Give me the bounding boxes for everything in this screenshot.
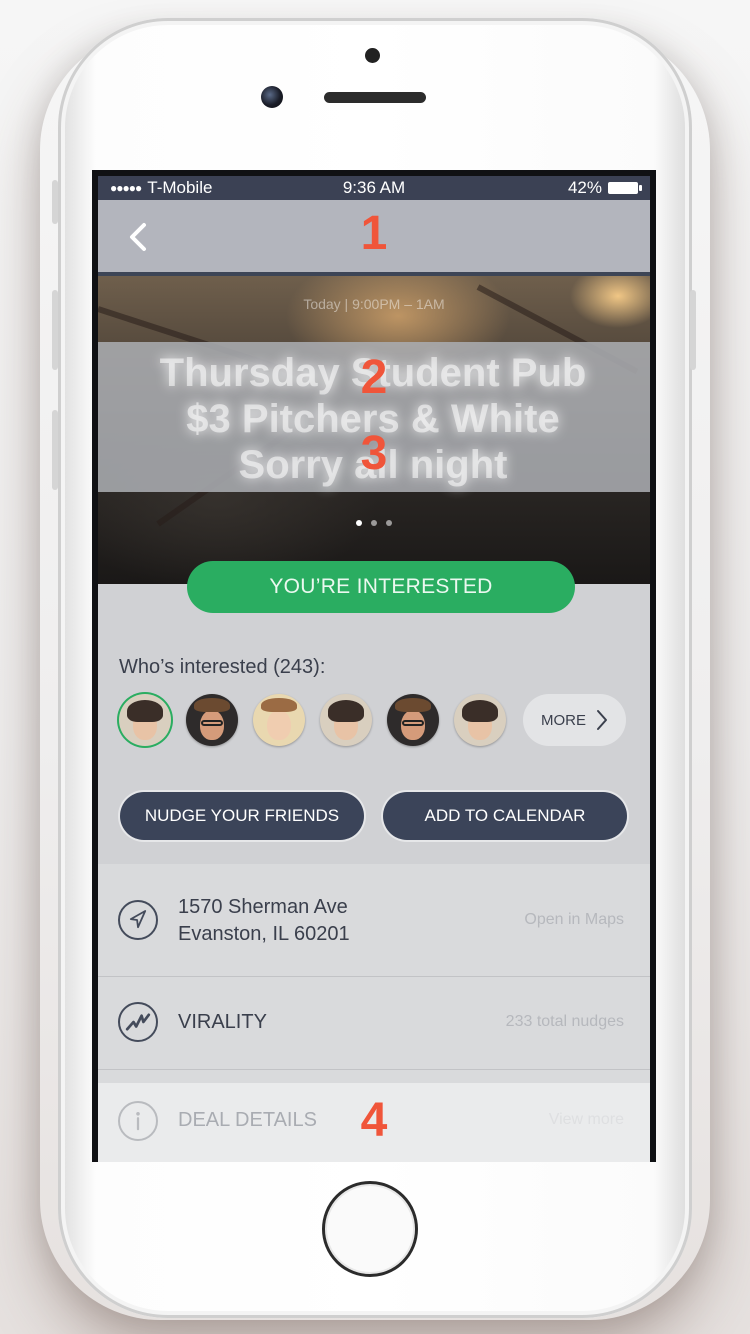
nudge-friends-button[interactable]: NUDGE YOUR FRIENDS [120, 792, 364, 840]
avatar-hair [261, 698, 297, 712]
avatar-hair [395, 698, 431, 712]
avatar-hair [462, 700, 498, 722]
page-dot[interactable] [356, 520, 362, 526]
interest-section: YOU’RE INTERESTED Who’s interested (243)… [98, 561, 650, 864]
front-camera [261, 86, 283, 108]
status-bar: ●●●●● T-Mobile 9:36 AM 42% [98, 176, 650, 200]
event-hero-image[interactable]: Today | 9:00PM – 1AM Thursday Student Pu… [98, 276, 650, 584]
page-dot[interactable] [386, 520, 392, 526]
event-date: Today | 9:00PM – 1AM [303, 296, 445, 312]
phone-screen: ●●●●● T-Mobile 9:36 AM 42% 1 Today | 9:0… [92, 170, 656, 1162]
avatar-hair [328, 700, 364, 722]
zigzag-icon [118, 1002, 158, 1042]
add-to-calendar-button[interactable]: ADD TO CALENDAR [383, 792, 627, 840]
annotation-1: 1 [360, 207, 388, 260]
detail-list: 1570 Sherman Ave Evanston, IL 60201 Open… [98, 864, 650, 1162]
address-line-1: 1570 Sherman Ave [178, 896, 348, 918]
list-item-deal-details[interactable]: DEAL DETAILS 4 View more [98, 1083, 650, 1162]
avatar-glasses [402, 720, 424, 726]
avatar-hair [127, 700, 163, 722]
title-overlay: Thursday Student Pub $3 Pitchers & White… [98, 342, 650, 492]
nav-bar: 1 [98, 200, 650, 276]
info-icon [118, 1101, 158, 1141]
home-button[interactable] [322, 1181, 418, 1277]
avatar[interactable] [320, 694, 372, 746]
virality-value: 233 total nudges [505, 1013, 624, 1030]
avatar[interactable] [454, 694, 506, 746]
more-button[interactable]: MORE [523, 694, 626, 746]
avatar[interactable] [186, 694, 238, 746]
navigation-arrow-icon [118, 900, 158, 940]
avatar[interactable] [253, 694, 305, 746]
avatar[interactable] [387, 694, 439, 746]
more-label: MORE [541, 711, 586, 729]
open-in-maps-link[interactable]: Open in Maps [524, 911, 624, 929]
list-item-virality[interactable]: VIRALITY 233 total nudges [98, 977, 650, 1070]
volume-down-button [52, 410, 58, 490]
address-line-2: Evanston, IL 60201 [178, 923, 350, 945]
battery-group: 42% [567, 178, 642, 198]
battery-percent: 42% [567, 178, 602, 197]
proximity-sensor [365, 48, 380, 63]
list-item-address[interactable]: 1570 Sherman Ave Evanston, IL 60201 Open… [98, 864, 650, 977]
annotation-2: 2 [360, 351, 388, 404]
deal-details-label: DEAL DETAILS [178, 1109, 317, 1131]
youre-interested-button[interactable]: YOU’RE INTERESTED [187, 561, 575, 613]
avatar-glasses [201, 720, 223, 726]
annotation-3: 3 [360, 427, 388, 480]
avatar-face [267, 710, 291, 740]
battery-icon [608, 182, 642, 194]
avatar-hair [194, 698, 230, 712]
avatar-row: MORE [119, 694, 626, 746]
power-button [690, 290, 696, 370]
page-dot[interactable] [371, 520, 377, 526]
earpiece-speaker [324, 92, 426, 103]
chevron-left-icon[interactable] [126, 222, 152, 252]
view-more-link[interactable]: View more [549, 1111, 624, 1129]
avatar[interactable] [119, 694, 171, 746]
volume-up-button [52, 290, 58, 370]
page-indicator [98, 520, 650, 526]
chevron-right-icon [597, 710, 607, 730]
mute-switch [52, 180, 58, 224]
annotation-4: 4 [360, 1094, 388, 1147]
who-interested-label: Who’s interested (243): [119, 656, 326, 678]
virality-label: VIRALITY [178, 1011, 267, 1033]
